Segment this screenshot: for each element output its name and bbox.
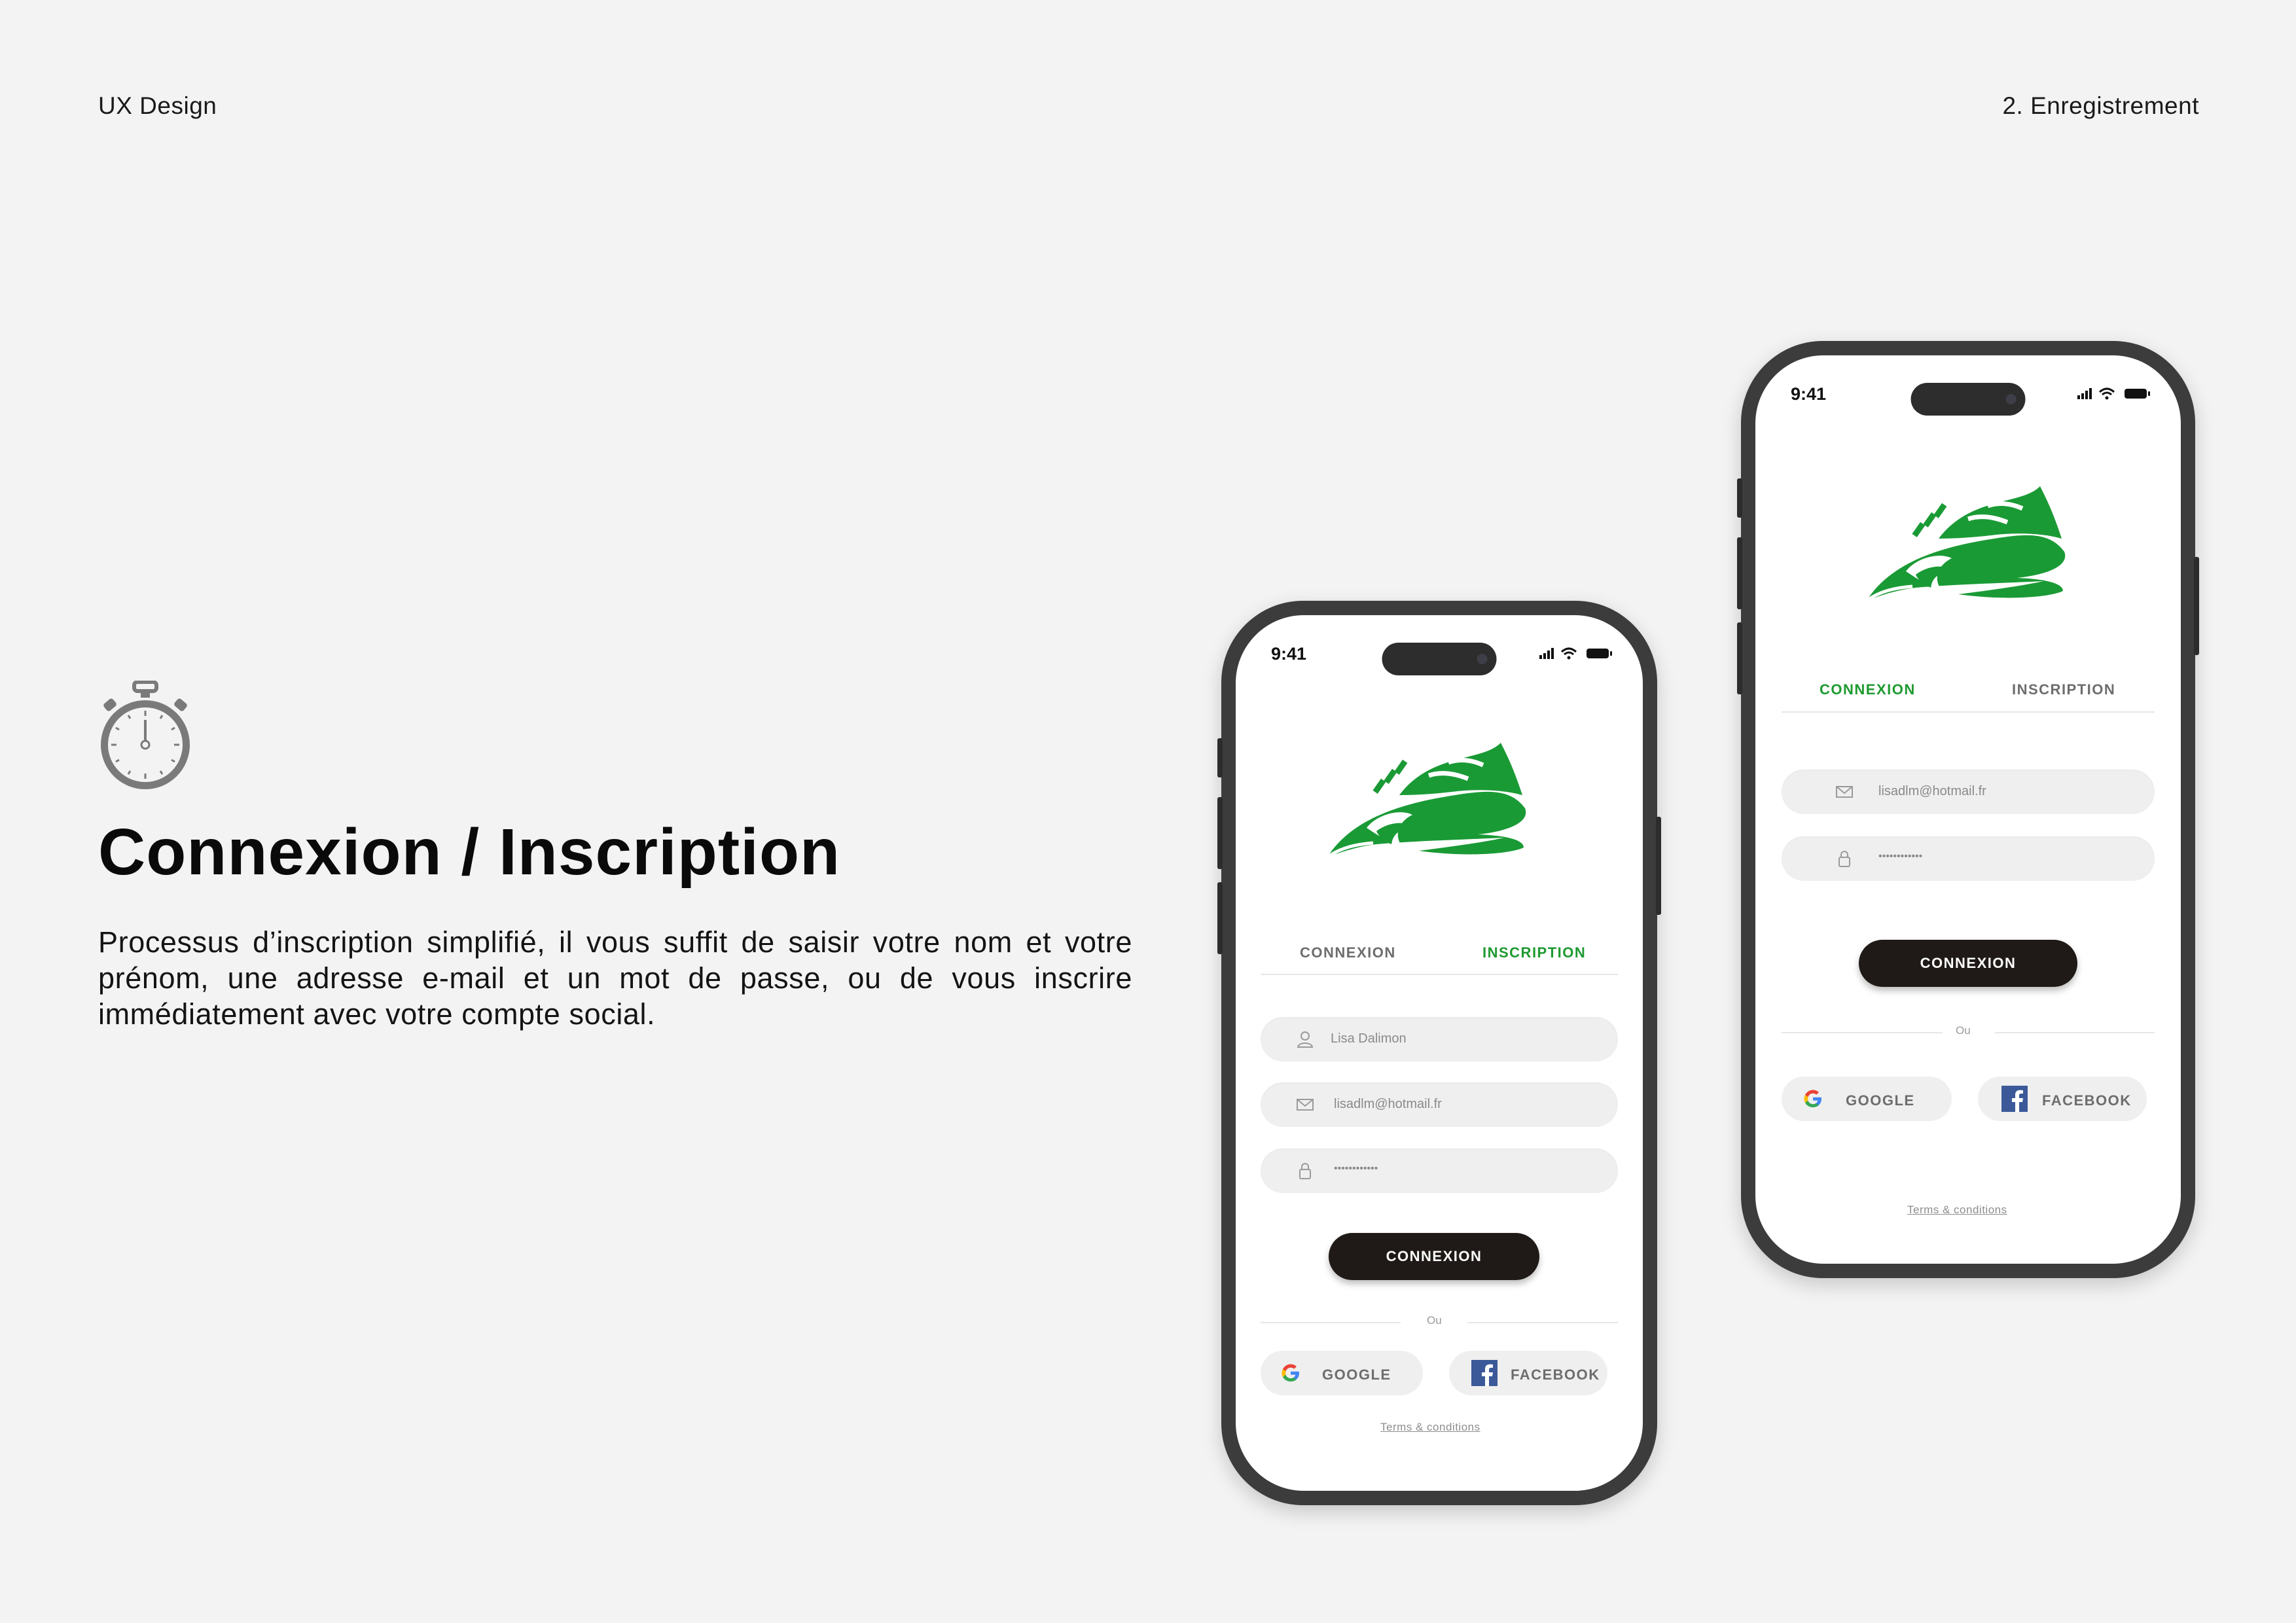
running-shoe-logo — [1865, 486, 2066, 603]
terms-link[interactable]: Terms & conditions — [1380, 1421, 1480, 1434]
tab-connexion[interactable]: CONNEXION — [1820, 681, 1916, 698]
terms-link[interactable]: Terms & conditions — [1907, 1204, 2007, 1217]
lock-icon — [1299, 1163, 1311, 1179]
password-value: •••••••••••• — [1334, 1163, 1378, 1174]
status-time: 9:41 — [1791, 384, 1827, 404]
facebook-label: FACEBOOK — [2042, 1092, 2132, 1109]
screen: 9:41 CONNEXION — [1755, 355, 2181, 1264]
email-field[interactable]: lisadlm@hotmail.fr — [1782, 770, 2155, 814]
screen: 9:41 CONNEXION — [1236, 615, 1643, 1491]
google-button[interactable]: GOOGLE — [1261, 1351, 1423, 1395]
tab-divider — [1782, 711, 2155, 713]
email-value: lisadlm@hotmail.fr — [1334, 1097, 1442, 1111]
stopwatch-icon — [101, 681, 190, 789]
page-description: Processus d’inscription simplifié, il vo… — [98, 925, 1132, 1031]
lock-icon — [1839, 851, 1850, 867]
tab-inscription[interactable]: INSCRIPTION — [1482, 944, 1586, 961]
password-field[interactable]: •••••••••••• — [1261, 1149, 1618, 1193]
separator-line-left — [1782, 1032, 1943, 1033]
separator-line-right — [1995, 1032, 2155, 1033]
google-label: GOOGLE — [1846, 1092, 1915, 1109]
password-value: •••••••••••• — [1878, 851, 1923, 862]
google-icon — [1804, 1090, 1821, 1107]
tab-connexion[interactable]: CONNEXION — [1300, 944, 1396, 961]
password-field[interactable]: •••••••••••• — [1782, 836, 2155, 881]
google-button[interactable]: GOOGLE — [1782, 1077, 1952, 1121]
separator-text: Ou — [1427, 1314, 1442, 1327]
submit-button[interactable]: CONNEXION — [1859, 940, 2077, 987]
email-field[interactable]: lisadlm@hotmail.fr — [1261, 1082, 1618, 1127]
mail-icon — [1836, 786, 1853, 798]
facebook-icon — [2001, 1086, 2028, 1112]
status-time: 9:41 — [1271, 644, 1307, 664]
facebook-button[interactable]: FACEBOOK — [1449, 1351, 1607, 1395]
tab-divider — [1261, 974, 1618, 975]
dynamic-island — [1382, 643, 1497, 675]
page-label: 2. Enregistrement — [2002, 92, 2199, 119]
google-label: GOOGLE — [1322, 1366, 1391, 1383]
separator-line-right — [1467, 1322, 1618, 1323]
section-label: UX Design — [98, 92, 217, 119]
facebook-label: FACEBOOK — [1511, 1366, 1600, 1383]
mail-icon — [1297, 1099, 1314, 1111]
facebook-icon — [1471, 1360, 1498, 1386]
google-icon — [1282, 1364, 1299, 1382]
user-icon — [1297, 1031, 1314, 1048]
email-value: lisadlm@hotmail.fr — [1878, 784, 1986, 798]
separator-line-left — [1261, 1322, 1401, 1323]
running-shoe-logo — [1326, 743, 1526, 859]
page-title: Connexion / Inscription — [98, 815, 841, 889]
name-field[interactable]: Lisa Dalimon — [1261, 1017, 1618, 1061]
phone-signup: 9:41 CONNEXION INSCRIPTION Lisa Dalimon … — [1217, 601, 1661, 1505]
status-icons — [1539, 647, 1612, 660]
submit-button[interactable]: CONNEXION — [1329, 1233, 1539, 1280]
dynamic-island — [1910, 383, 2026, 416]
status-icons — [2077, 387, 2150, 400]
name-value: Lisa Dalimon — [1331, 1031, 1407, 1046]
phone-login: 9:41 CONNEXION INSCRIPTION lisadlm@hotma… — [1737, 341, 2199, 1278]
separator-text: Ou — [1956, 1024, 1971, 1037]
tab-inscription[interactable]: INSCRIPTION — [2012, 681, 2115, 698]
facebook-button[interactable]: FACEBOOK — [1978, 1077, 2147, 1121]
